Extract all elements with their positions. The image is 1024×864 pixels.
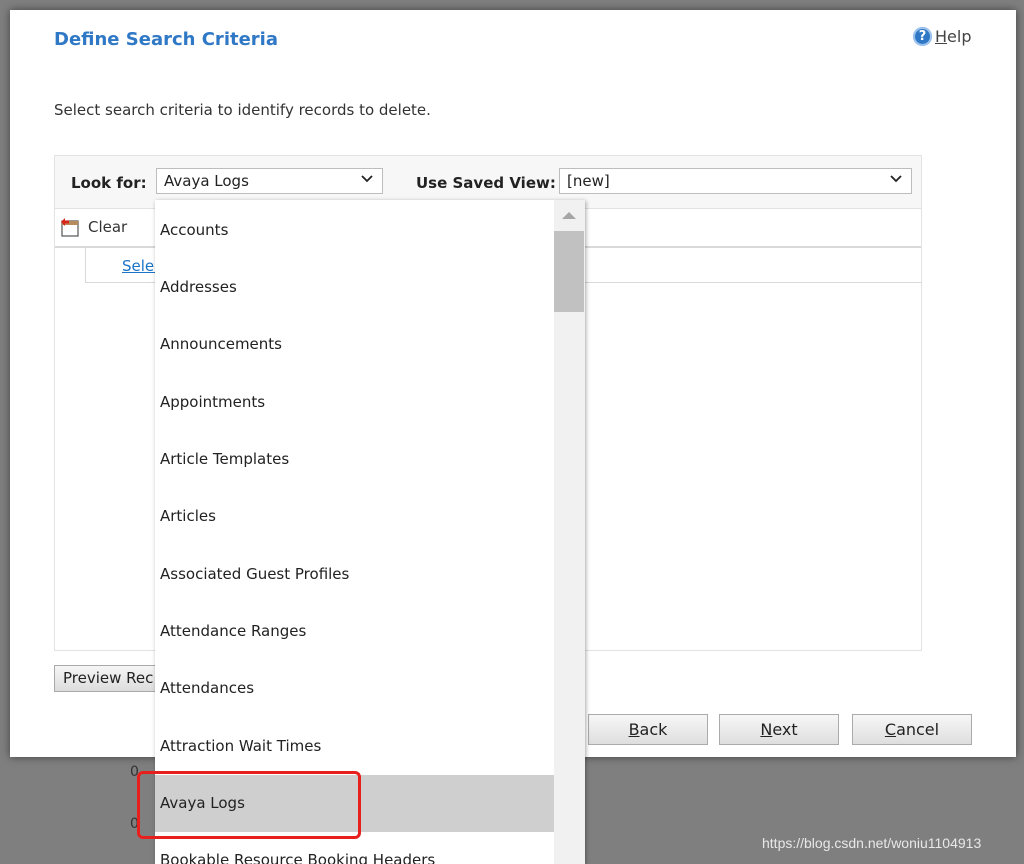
dropdown-option[interactable]: Attendances [155,660,554,717]
clear-label: Clear [88,218,128,236]
dropdown-option[interactable]: Accounts [155,202,554,259]
back-button[interactable]: Back [588,714,708,745]
dropdown-option[interactable]: Bookable Resource Booking Headers [155,832,554,864]
look-for-select[interactable]: Avaya Logs [156,168,383,194]
dropdown-option[interactable]: Articles [155,488,554,545]
look-for-value: Avaya Logs [164,172,249,190]
saved-view-label: Use Saved View: [416,174,556,192]
help-link[interactable]: ? Help [913,27,971,46]
saved-view-value: [new] [567,172,610,190]
dropdown-scrollbar[interactable] [554,200,585,864]
scrollbar-thumb[interactable] [554,231,584,312]
watermark-text: https://blog.csdn.net/woniu1104913 [762,835,982,851]
dropdown-option[interactable]: Article Templates [155,431,554,488]
next-button[interactable]: Next [719,714,839,745]
chevron-down-icon [890,175,902,183]
dropdown-option[interactable]: Announcements [155,316,554,373]
dropdown-option[interactable]: Appointments [155,374,554,431]
background-fragment: 0 [130,816,139,832]
dropdown-option[interactable]: Attraction Wait Times [155,718,554,775]
dropdown-option[interactable]: Attendance Ranges [155,603,554,660]
page-title: Define Search Criteria [54,29,278,50]
saved-view-select[interactable]: [new] [559,168,912,194]
dropdown-option[interactable]: Addresses [155,259,554,316]
look-for-dropdown-list: Accounts Addresses Announcements Appoint… [155,200,585,864]
dropdown-option[interactable]: Associated Guest Profiles [155,546,554,603]
help-label: Help [935,27,972,46]
scroll-up-arrow-icon[interactable] [561,210,577,220]
chevron-down-icon [361,175,373,183]
clear-button[interactable]: Clear [59,216,127,238]
clear-filter-icon [61,218,79,237]
help-circle-icon: ? [913,27,932,46]
background-fragment: 0 [130,764,139,780]
look-for-label: Look for: [71,174,147,192]
instruction-text: Select search criteria to identify recor… [54,101,431,119]
dropdown-option-selected[interactable]: Avaya Logs [155,775,554,832]
cancel-button[interactable]: Cancel [852,714,972,745]
